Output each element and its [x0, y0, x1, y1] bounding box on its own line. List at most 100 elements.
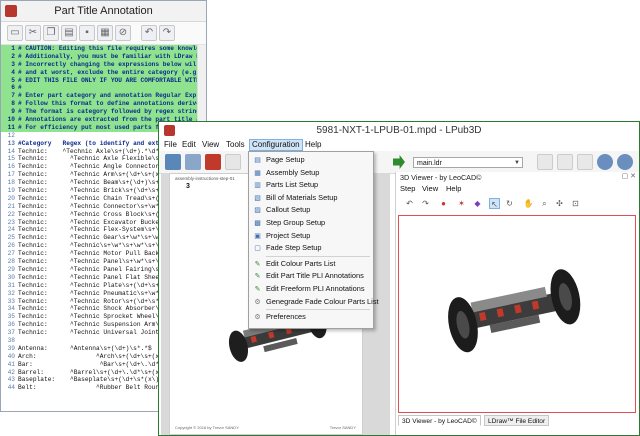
edit-colour-parts-icon: ✎ [254, 260, 261, 268]
menu-item-callout-setup[interactable]: ▨ Callout Setup [249, 204, 373, 216]
menu-item-assembly-setup[interactable]: ▦ Assembly Setup [249, 167, 373, 179]
line-number: 30 [7, 273, 15, 281]
model-select[interactable]: main.ldr ▼ [413, 157, 523, 168]
edit-freeform-icon: ✎ [254, 286, 261, 293]
menu-item-parts-list-setup[interactable]: ▥ Parts List Setup [249, 179, 373, 191]
3d-viewport[interactable] [398, 215, 636, 413]
copy-icon[interactable]: ❐ [43, 25, 59, 41]
export-pdf-icon[interactable] [205, 154, 221, 170]
cut-icon[interactable]: ✂ [25, 25, 41, 41]
annotation-line[interactable]: 8 # Follow this format to define annotati… [1, 100, 206, 109]
line-number: 44 [7, 384, 15, 392]
line-number: 10 [7, 116, 15, 124]
save-icon[interactable]: ▪ [79, 25, 95, 41]
undo-icon[interactable]: ↶ [404, 198, 415, 209]
undo-icon[interactable] [225, 154, 241, 170]
3d-model[interactable] [437, 258, 589, 362]
menu-item-edit-colour-parts[interactable]: ✎ Edit Colour Parts List [249, 258, 373, 270]
pan-icon[interactable]: ✋ [523, 198, 534, 209]
cancel-icon[interactable]: ⊘ [115, 25, 131, 41]
line-number: 14 [7, 147, 15, 155]
open-folder-icon[interactable] [165, 154, 181, 170]
menu-item-label: Edit Part Title PLI Annotations [266, 271, 364, 281]
menu-item-label: Edit Freeform PLI Annotations [266, 284, 365, 293]
menu-item-edit-part-title[interactable]: ✎ Edit Part Title PLI Annotations [249, 270, 373, 282]
viewer-dock-controls[interactable]: ▢ ✕ [622, 172, 636, 180]
annotation-line[interactable]: 3 # Incorrectly changing the expressions … [1, 60, 206, 69]
color-picker-icon[interactable]: ● [438, 198, 449, 209]
menu-view[interactable]: View [200, 140, 221, 150]
menu-tools[interactable]: Tools [224, 140, 247, 150]
viewer-menu-help[interactable]: Help [446, 184, 461, 193]
menu-help[interactable]: Help [303, 140, 323, 150]
callout-setup-icon: ▨ [254, 207, 261, 215]
line-text: # CAUTION: Editing this file requires so… [18, 45, 206, 52]
viewer-menu-view[interactable]: View [422, 184, 438, 193]
fade-step-setup-icon: ▢ [254, 245, 261, 253]
annotation-titlebar[interactable]: Part Title Annotation [1, 1, 206, 22]
line-text: Technic: ^Technic Arm\s+(\d+\s+(x\(\d [18, 171, 174, 179]
camera-icon[interactable]: ◆ [472, 198, 483, 209]
select-arrow-icon[interactable]: ↖ [489, 198, 500, 209]
annotation-line[interactable]: 4 # and at worst, exclude the entire cate… [1, 68, 206, 77]
configuration-menu: ▤ Page Setup ▦ Assembly Setup ▥ Parts List Se… [248, 151, 379, 329]
line-number: 12 [7, 131, 15, 139]
menu-item-page-setup[interactable]: ▤ Page Setup [249, 154, 373, 166]
menu-item-label: Assembly Setup [266, 167, 320, 177]
fit-visible-icon[interactable] [557, 154, 573, 170]
redo-icon[interactable]: ↷ [420, 198, 431, 209]
menu-item-generate-fade[interactable]: ⚙ Genegrade Fade Colour Parts List [249, 296, 378, 308]
menu-item-edit-freeform[interactable]: ✎ Edit Freeform PLI Annotations [249, 283, 373, 295]
next-page-icon[interactable] [393, 155, 405, 169]
annotation-line[interactable]: 7 # Enter part category and annotation Re… [1, 92, 206, 101]
annotation-line[interactable]: 6 # [1, 84, 206, 93]
menu-file[interactable]: File [162, 140, 179, 150]
line-number: 24 [7, 226, 15, 234]
step-number[interactable]: 3 [186, 183, 190, 190]
line-number: 20 [7, 194, 15, 202]
menu-item-label: Project Setup [266, 230, 311, 240]
redo-icon[interactable]: ↷ [159, 25, 175, 41]
menu-configuration[interactable]: Configuration [249, 139, 303, 151]
menu-item-bom-setup[interactable]: ▧ Bill of Materials Setup [249, 192, 373, 204]
annotation-line[interactable]: 2 # Additionally, you must be familiar wi… [1, 52, 206, 61]
main-titlebar[interactable]: 5981-NXT-1-LPUB-01.mpd - LPub3D [159, 122, 639, 139]
line-text: # Enter part category and annotation Reg… [18, 92, 206, 100]
line-text: Belt: ^Rubber Belt Round [18, 384, 163, 392]
tab-ldraw-file-editor[interactable]: LDraw™ File Editor [484, 415, 550, 426]
rotate-icon[interactable]: ↻ [504, 198, 515, 209]
line-text: # EDIT THIS FILE ONLY IF YOU ARE COMFORT… [18, 76, 206, 84]
undo-icon[interactable]: ↶ [141, 25, 157, 41]
menu-item-preferences[interactable]: ⚙ Preferences [249, 311, 373, 323]
select-all-icon[interactable]: ▦ [97, 25, 113, 41]
zoom-region-icon[interactable]: ⊡ [570, 198, 581, 209]
actual-size-icon[interactable] [577, 154, 593, 170]
annotation-line[interactable]: 5 # EDIT THIS FILE ONLY IF YOU ARE COMFOR… [1, 76, 206, 85]
new-file-icon[interactable]: ▭ [7, 25, 23, 41]
zoom-icon[interactable]: ⌕ [539, 198, 550, 209]
line-number: 32 [7, 289, 15, 297]
line-number: 27 [7, 250, 15, 258]
menu-item-step-group-setup[interactable]: ▩ Step Group Setup [249, 217, 373, 229]
viewer-menu-step[interactable]: Step [400, 184, 415, 193]
menu-item-fade-step-setup[interactable]: ▢ Fade Step Setup [249, 242, 373, 254]
menu-item-project-setup[interactable]: ▣ Project Setup [249, 230, 373, 242]
fit-width-icon[interactable] [537, 154, 553, 170]
paste-icon[interactable]: ▤ [61, 25, 77, 41]
line-number: 18 [7, 179, 15, 187]
annotation-line[interactable]: 9 # The format is category followed by re… [1, 108, 206, 117]
menu-edit[interactable]: Edit [180, 140, 198, 150]
zoom-out-icon[interactable] [617, 154, 633, 170]
tab-3d-viewer[interactable]: 3D Viewer - by LeoCAD© [398, 415, 481, 426]
preferences-icon: ⚙ [254, 314, 261, 322]
menu-item-label: Parts List Setup [266, 180, 319, 190]
edit-part-title-icon: ✎ [254, 273, 261, 281]
viewer-toolbar: ↶ ↷ ● ✶ ◆ ↖ ↻ ✋ ⌕ ✣ ⊡ [396, 196, 639, 213]
save-file-icon[interactable] [185, 154, 201, 170]
zoom-in-icon[interactable] [597, 154, 613, 170]
light-icon[interactable]: ✶ [456, 198, 467, 209]
orbit-icon[interactable]: ✣ [554, 198, 565, 209]
annotation-line[interactable]: 1 # CAUTION: Editing this file requires s… [1, 45, 206, 53]
line-number: 33 [7, 297, 15, 305]
line-text: Technic: ^Technic Shock Absorber\s+(\d+ [18, 305, 182, 313]
